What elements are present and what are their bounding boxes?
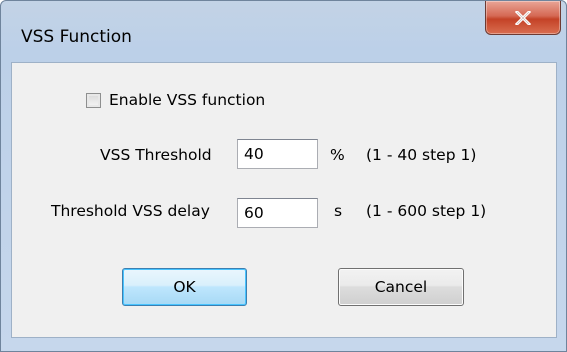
enable-vss-checkbox[interactable] (86, 93, 101, 108)
window-title: VSS Function (21, 27, 132, 47)
threshold-vss-delay-range: (1 - 600 step 1) (366, 202, 487, 220)
vss-threshold-range: (1 - 40 step 1) (366, 146, 477, 164)
vss-threshold-unit: % (330, 146, 345, 164)
close-icon (515, 10, 531, 25)
cancel-button[interactable]: Cancel (338, 268, 464, 306)
close-button[interactable] (485, 1, 561, 35)
vss-threshold-label: VSS Threshold (100, 146, 212, 164)
threshold-vss-delay-label: Threshold VSS delay (51, 202, 210, 220)
threshold-vss-delay-unit: s (334, 202, 343, 220)
enable-vss-label: Enable VSS function (109, 91, 266, 109)
vss-threshold-input[interactable] (237, 139, 318, 169)
threshold-vss-delay-input[interactable] (237, 198, 318, 228)
ok-button[interactable]: OK (122, 268, 247, 306)
